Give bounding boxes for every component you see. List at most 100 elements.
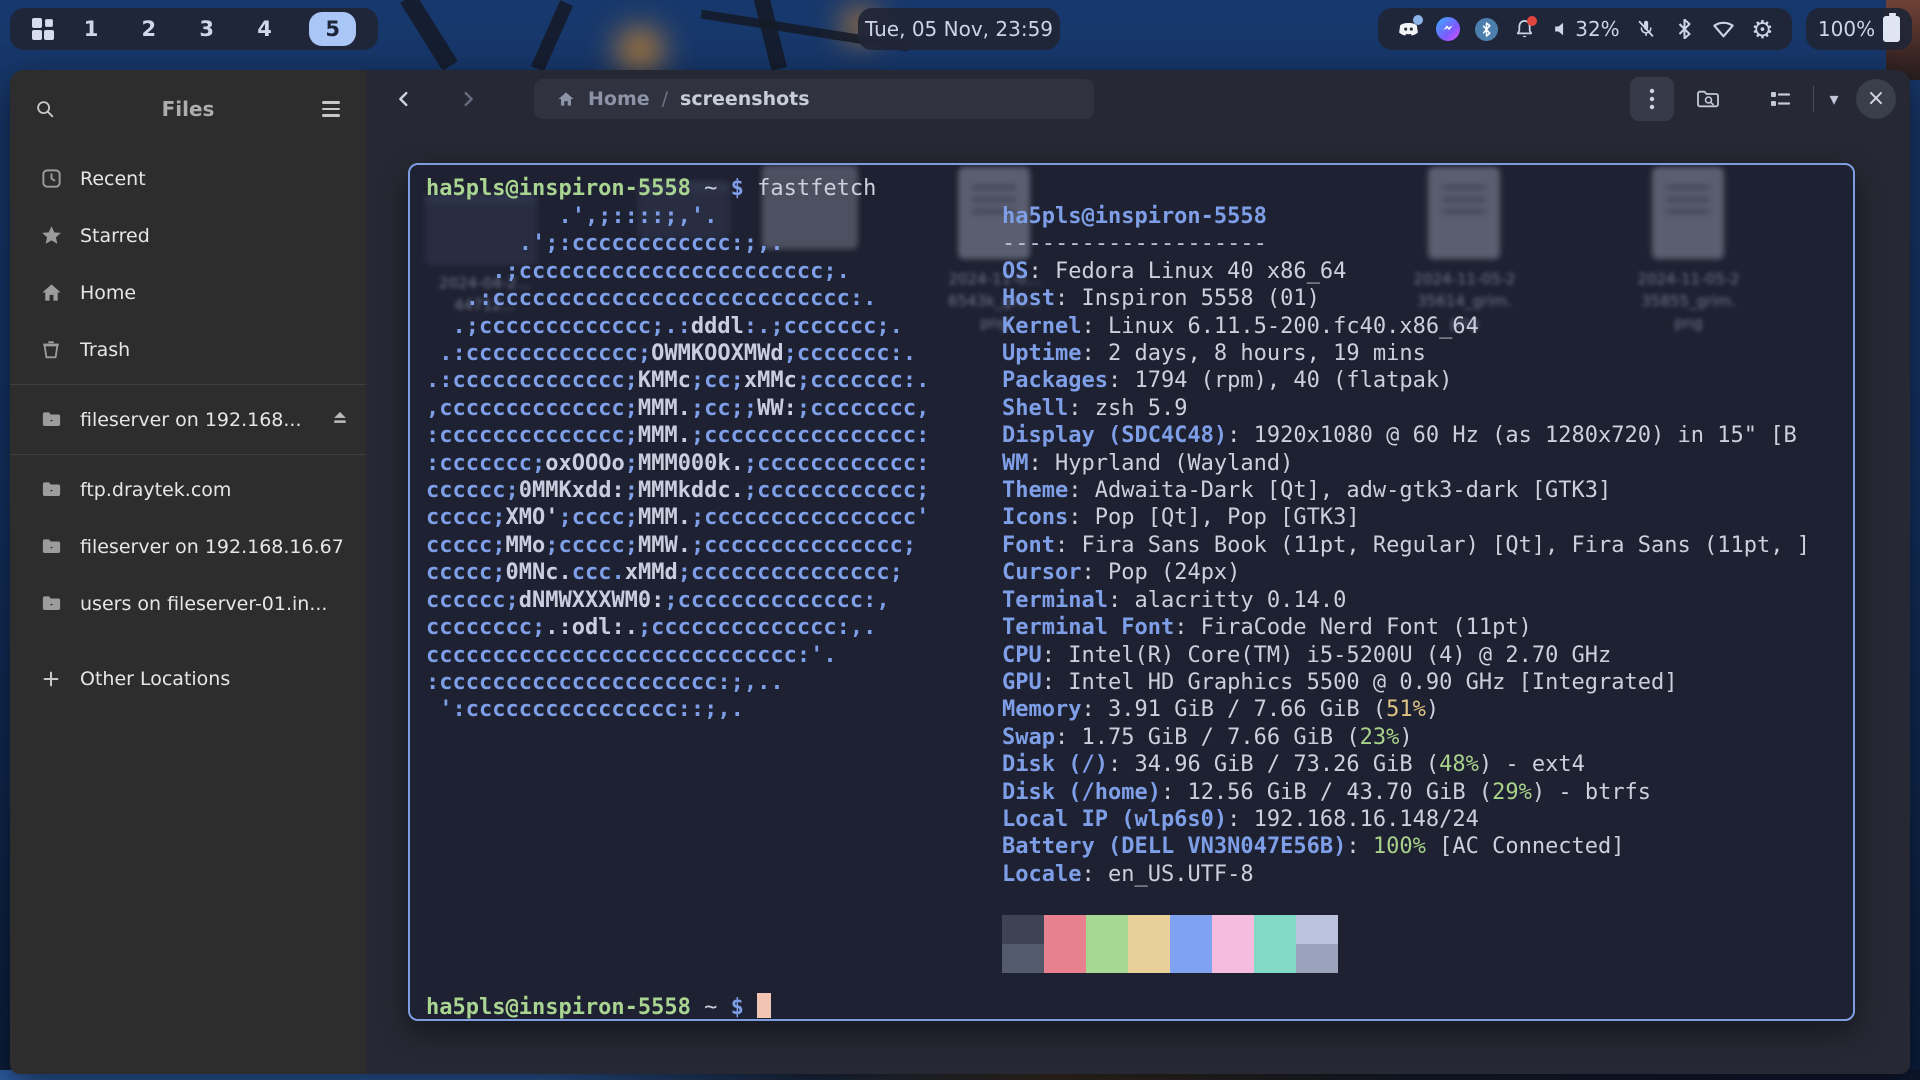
files-sidebar: Files RecentStarredHomeTrash fileserver o… [10, 70, 366, 1074]
folder-search-icon [1695, 87, 1721, 111]
sidebar-list: RecentStarredHomeTrash fileserver on 192.… [10, 150, 366, 707]
search-button[interactable] [26, 90, 64, 128]
sidebar-header: Files [10, 70, 366, 136]
fetch-row: Terminal: alacritty 0.14.0 [1002, 587, 1837, 614]
discord-icon[interactable] [1396, 17, 1421, 42]
menu-button[interactable] [312, 90, 350, 128]
kebab-menu-icon [1649, 87, 1655, 111]
sidebar-item-other-locations[interactable]: Other Locations [10, 650, 366, 707]
fetch-row: Display (SDC4C48): 1920x1080 @ 60 Hz (as… [1002, 422, 1837, 449]
fetch-row: Memory: 3.91 GiB / 7.66 GiB (51%) [1002, 696, 1837, 723]
view-toggle-button[interactable] [1758, 77, 1802, 121]
app-title: Files [64, 97, 312, 121]
palette-cell-0-5 [1212, 915, 1254, 944]
battery-level: 100% [1818, 17, 1875, 41]
sidebar-item-fileserver-192-168[interactable]: fileserver on 192.168... [10, 391, 366, 448]
fetch-row: Local IP (wlp6s0): 192.168.16.148/24 [1002, 806, 1837, 833]
fetch-row: Font: Fira Sans Book (11pt, Regular) [Qt… [1002, 532, 1837, 559]
palette-cell-1-2 [1086, 944, 1128, 973]
topbar: 1 2 3 4 5 Tue, 05 Nov, 23:59 32% [0, 0, 1920, 58]
toolbar-divider [1813, 86, 1814, 112]
prompt-path: ~ [704, 176, 717, 201]
palette-cell-1-5 [1212, 944, 1254, 973]
fetch-row: Cursor: Pop (24px) [1002, 559, 1837, 586]
search-icon [34, 98, 56, 120]
microphone-muted-icon[interactable] [1635, 17, 1658, 42]
fetch-row: Terminal Font: FiraCode Nerd Font (11pt) [1002, 614, 1837, 641]
palette-cell-0-0 [1002, 915, 1044, 944]
fetch-row: Swap: 1.75 GiB / 7.66 GiB (23%) [1002, 724, 1837, 751]
battery-icon [1883, 16, 1900, 42]
palette-cell-1-3 [1128, 944, 1170, 973]
fetch-row: OS: Fedora Linux 40 x86_64 [1002, 258, 1837, 285]
clock-text: Tue, 05 Nov, 23:59 [865, 17, 1053, 41]
palette-cell-1-4 [1170, 944, 1212, 973]
sidebar-divider [10, 454, 366, 455]
fetch-row: Icons: Pop [Qt], Pop [GTK3] [1002, 504, 1837, 531]
sidebar-item-users-fileserver-01[interactable]: users on fileserver-01.in... [10, 575, 366, 632]
sidebar-item-ftp-draytek[interactable]: ftp.draytek.com [10, 461, 366, 518]
workspace-5[interactable]: 5 [309, 12, 356, 46]
eject-button[interactable] [330, 407, 350, 432]
fetch-title: ha5pls@inspiron-5558 [1002, 203, 1837, 230]
palette-cell-1-1 [1044, 944, 1086, 973]
fetch-row: Uptime: 2 days, 8 hours, 19 mins [1002, 340, 1837, 367]
workspace-3[interactable]: 3 [194, 17, 220, 41]
messenger-icon[interactable] [1436, 17, 1460, 42]
star-icon [38, 224, 64, 247]
workspace-4[interactable]: 4 [252, 17, 278, 41]
battery-widget[interactable]: 100% [1806, 8, 1912, 50]
list-view-icon [1768, 87, 1792, 111]
back-button[interactable] [384, 79, 424, 119]
terminal-window[interactable]: 2024-04-2...44712...2024-11-0...6543k_gr… [408, 163, 1855, 1021]
home-icon [38, 281, 64, 304]
chevron-right-icon [457, 88, 479, 110]
forward-button[interactable] [448, 79, 488, 119]
files-header: Home / screenshots ▾ × [366, 70, 1910, 128]
bluetooth-status-icon[interactable] [1673, 17, 1696, 42]
breadcrumb-home[interactable]: Home [588, 88, 650, 110]
sidebar-item-fileserver-192-168-16-67[interactable]: fileserver on 192.168.16.67 [10, 518, 366, 575]
wifi-icon[interactable] [1711, 17, 1736, 42]
terminal-cursor [757, 993, 771, 1018]
breadcrumb-separator: / [662, 88, 668, 110]
sidebar-divider [10, 384, 366, 385]
hamburger-icon [322, 101, 340, 117]
plus-icon [38, 668, 64, 690]
breadcrumb[interactable]: Home / screenshots [534, 79, 1094, 119]
shell-prompt-line: ha5pls@inspiron-5558 ~ $ fastfetch [426, 175, 1837, 203]
workspace-2[interactable]: 2 [136, 17, 162, 41]
prompt-symbol: $ [731, 176, 744, 201]
settings-gear-icon[interactable]: ⚙ [1751, 17, 1774, 42]
notification-bell-icon[interactable] [1513, 17, 1536, 42]
fetch-row: Host: Inspiron 5558 (01) [1002, 285, 1837, 312]
close-window-button[interactable]: × [1856, 79, 1896, 119]
palette-cell-0-4 [1170, 915, 1212, 944]
palette-cell-1-0 [1002, 944, 1044, 973]
palette-cell-0-7 [1296, 915, 1338, 944]
view-options-dropdown[interactable]: ▾ [1816, 77, 1852, 121]
breadcrumb-current: screenshots [680, 88, 810, 110]
palette-cell-0-3 [1128, 915, 1170, 944]
volume-status[interactable]: 32% [1551, 17, 1619, 41]
folder-icon [38, 535, 64, 558]
folder-icon [38, 592, 64, 615]
palette-cell-0-1 [1044, 915, 1086, 944]
prompt-user: ha5pls@inspiron-5558 [426, 176, 691, 201]
search-folder-button[interactable] [1686, 77, 1730, 121]
workspace-1[interactable]: 1 [78, 17, 104, 41]
fastfetch-info: ha5pls@inspiron-5558 -------------------… [1002, 203, 1837, 888]
bluetooth-tray-icon[interactable] [1475, 17, 1498, 42]
fetch-row: Disk (/): 34.96 GiB / 73.26 GiB (48%) - … [1002, 751, 1837, 778]
sidebar-item-trash[interactable]: Trash [10, 321, 366, 378]
sidebar-item-recent[interactable]: Recent [10, 150, 366, 207]
sidebar-item-starred[interactable]: Starred [10, 207, 366, 264]
folder-icon [38, 478, 64, 501]
window-menu-button[interactable] [1630, 77, 1674, 121]
fetch-row: CPU: Intel(R) Core(TM) i5-5200U (4) @ 2.… [1002, 642, 1837, 669]
clock-widget[interactable]: Tue, 05 Nov, 23:59 [858, 8, 1060, 50]
sidebar-item-home[interactable]: Home [10, 264, 366, 321]
palette-cell-1-7 [1296, 944, 1338, 973]
app-launcher-icon[interactable] [32, 18, 54, 40]
fetch-row: Disk (/home): 12.56 GiB / 43.70 GiB (29%… [1002, 779, 1837, 806]
